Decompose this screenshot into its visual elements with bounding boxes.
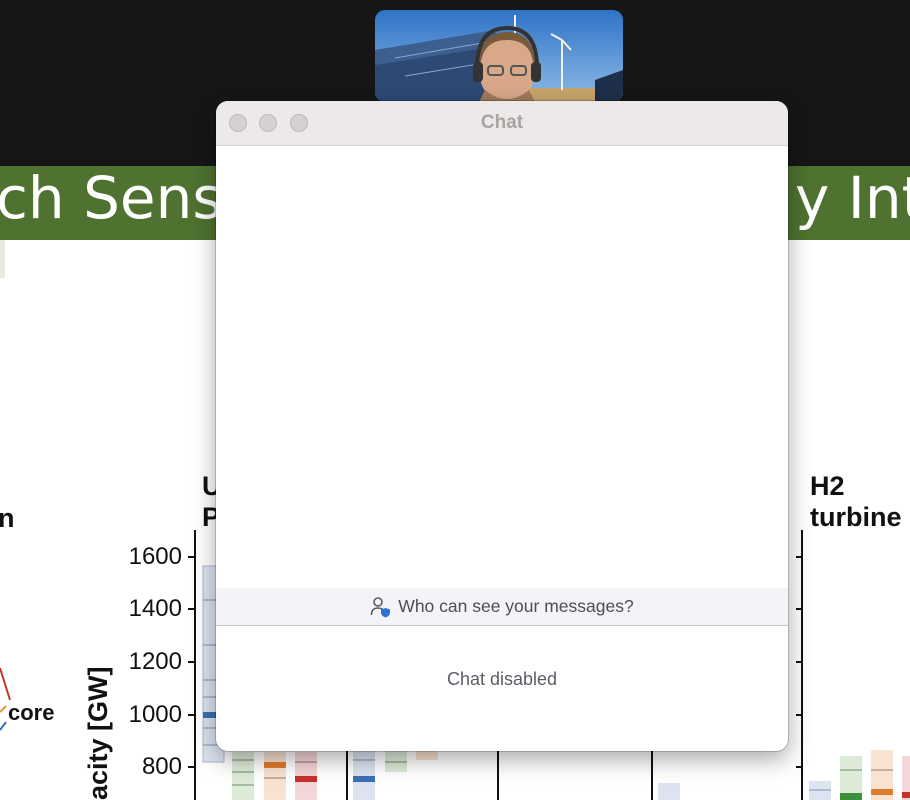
y-tick-label: 1200 — [128, 648, 182, 675]
visibility-prompt: Who can see your messages? — [398, 596, 634, 616]
person-shield-icon — [370, 596, 391, 617]
legend-line-orange — [0, 705, 7, 713]
range-bar-blue — [658, 783, 680, 800]
panel-label-right-line2: turbine — [810, 502, 902, 532]
chat-window-title: Chat — [480, 112, 524, 133]
chat-window: Chat Who can see your messages? Chat dis… — [216, 101, 788, 751]
y-tick-label: 1000 — [128, 701, 182, 728]
y-tick-label: 1400 — [128, 595, 182, 622]
y-tick-label: 800 — [141, 753, 182, 780]
legend-line-red — [0, 667, 11, 701]
video-frame — [375, 10, 623, 102]
median-mark-red — [295, 776, 317, 782]
median-mark-red — [902, 792, 910, 798]
y-tick-label: 1600 — [128, 543, 182, 570]
range-bar-green — [232, 752, 254, 800]
y-axis-title: acity [GW] — [83, 666, 113, 800]
legend-label-core: core — [8, 700, 55, 725]
median-mark-orange — [264, 762, 286, 768]
message-visibility-button[interactable]: Who can see your messages? — [216, 588, 788, 626]
chat-message-list[interactable] — [216, 146, 788, 588]
chat-status-text: Chat disabled — [446, 669, 558, 689]
panel-label-right-line1: H2 — [810, 471, 845, 501]
range-bar-orange — [416, 750, 438, 760]
median-mark-blue — [353, 776, 375, 782]
panel-label-left: n — [0, 503, 15, 533]
chat-titlebar[interactable]: Chat — [216, 101, 788, 146]
range-bar-orange — [264, 752, 286, 800]
range-bar-blue — [353, 750, 375, 800]
median-mark-green — [840, 793, 862, 800]
range-bar-green — [385, 750, 407, 772]
median-mark-orange — [871, 789, 893, 795]
participant-video[interactable] — [375, 10, 623, 102]
legend-line-blue — [0, 721, 7, 731]
